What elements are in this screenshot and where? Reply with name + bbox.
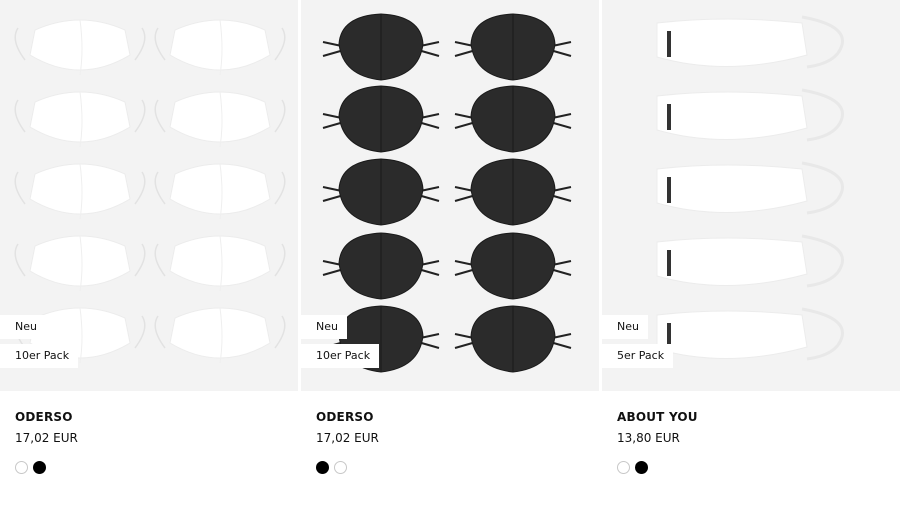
product-card[interactable]: Neu 10er Pack ODERSO 17,02 EUR (0, 0, 298, 517)
product-grid: Neu 10er Pack ODERSO 17,02 EUR Neu 10er … (0, 0, 902, 517)
color-swatches (617, 461, 648, 474)
badge-pack: 10er Pack (301, 344, 380, 368)
badge-new: Neu (301, 315, 347, 339)
product-card[interactable]: Neu 10er Pack ODERSO 17,02 EUR (301, 0, 599, 517)
badge-new: Neu (0, 315, 46, 339)
color-swatch-black[interactable] (635, 461, 648, 474)
product-price: 13,80 EUR (617, 431, 680, 445)
badge-pack: 5er Pack (602, 344, 674, 368)
product-price: 17,02 EUR (316, 431, 379, 445)
badge-pack: 10er Pack (0, 344, 79, 368)
color-swatch-black[interactable] (316, 461, 329, 474)
product-price: 17,02 EUR (15, 431, 78, 445)
product-card[interactable]: Neu 5er Pack ABOUT YOU 13,80 EUR (602, 0, 900, 517)
product-brand[interactable]: ODERSO (316, 410, 374, 424)
color-swatch-black[interactable] (33, 461, 46, 474)
color-swatches (15, 461, 46, 474)
color-swatch-white[interactable] (617, 461, 630, 474)
color-swatches (316, 461, 347, 474)
product-brand[interactable]: ODERSO (15, 410, 73, 424)
product-brand[interactable]: ABOUT YOU (617, 410, 698, 424)
color-swatch-white[interactable] (15, 461, 28, 474)
badge-new: Neu (602, 315, 648, 339)
color-swatch-white[interactable] (334, 461, 347, 474)
